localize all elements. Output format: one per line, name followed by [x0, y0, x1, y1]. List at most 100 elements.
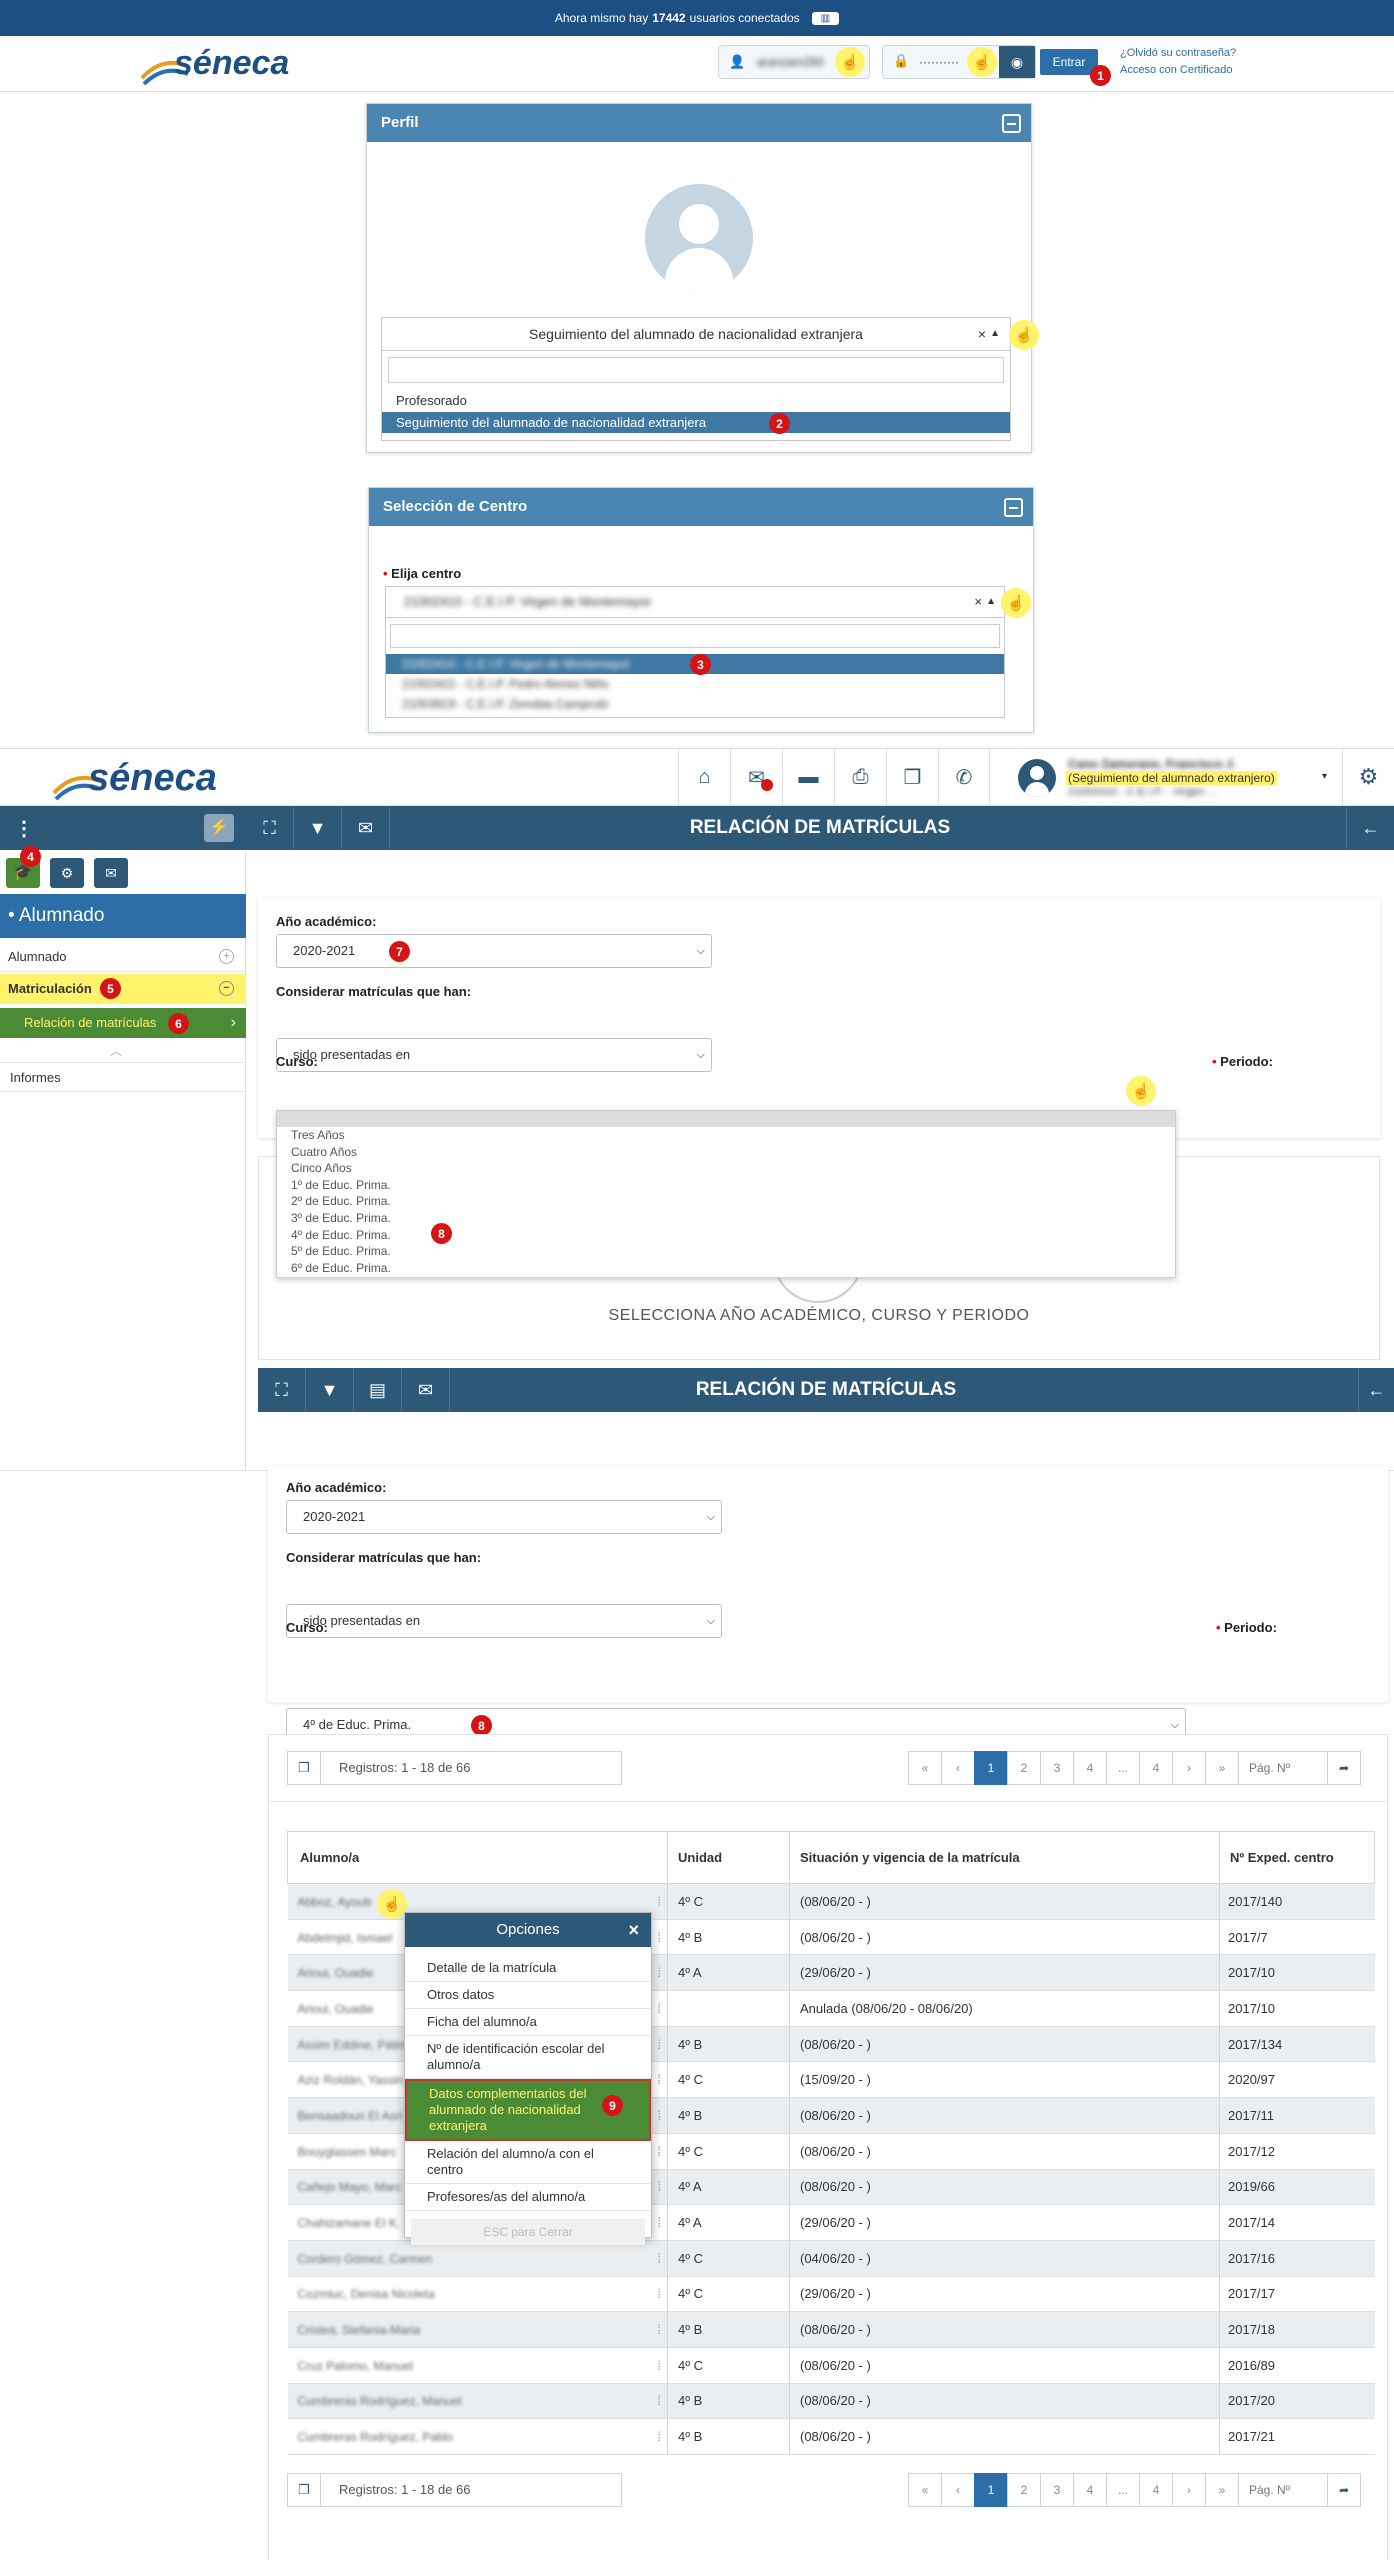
back-arrow-icon[interactable]: ← [1358, 1368, 1394, 1412]
phone-icon[interactable]: ✆ [938, 749, 990, 805]
chart-icon[interactable]: ▥ [811, 11, 840, 25]
profile-search-input[interactable] [388, 357, 1004, 383]
go-arrow-icon[interactable]: ➦ [1327, 1751, 1361, 1785]
collapse-icon[interactable] [1004, 498, 1023, 517]
curso-option[interactable]: 5º de Educ. Prima. [277, 1243, 1175, 1260]
first-page-button[interactable]: « [908, 1751, 942, 1785]
password-field[interactable]: 🔒 ·········· ☝ ◉ [882, 45, 1036, 79]
curso-option[interactable]: Cinco Años [277, 1160, 1175, 1177]
expand-icon[interactable]: + [219, 949, 234, 964]
menu-item-datos-complementarios[interactable]: Datos complementarios del alumnado de na… [405, 2079, 651, 2141]
page-button[interactable]: 2 [1007, 2473, 1041, 2507]
close-icon[interactable]: × [628, 1913, 639, 1947]
lightning-icon[interactable]: ⚡ [204, 814, 234, 842]
menu-item-profesores[interactable]: Profesores/as del alumno/a [405, 2184, 651, 2211]
certificate-link[interactable]: Acceso con Certificado [1120, 64, 1233, 76]
collapse-icon[interactable]: − [219, 981, 234, 996]
curso-option[interactable]: 4º de Educ. Prima. [277, 1227, 1175, 1244]
collapse-icon[interactable] [1002, 114, 1021, 133]
menu-item-ficha[interactable]: Ficha del alumno/a [405, 2009, 651, 2036]
table-row[interactable]: Cozmiuc, Denisa Nicoleta ⁞ 4º C (29/06/20 -… [287, 2276, 1375, 2312]
page-number-input[interactable] [1238, 2473, 1328, 2507]
col-expediente[interactable]: Nº Exped. centro [1220, 1832, 1375, 1884]
menu-dots-icon[interactable]: ⋮ [14, 816, 34, 841]
profile-select[interactable]: Seguimiento del alumnado de nacionalidad… [381, 317, 1011, 351]
next-page-button[interactable]: › [1172, 1751, 1206, 1785]
menu-item-detalle[interactable]: Detalle de la matrícula [405, 1955, 651, 1982]
esc-close-hint[interactable]: ESC para Cerrar [411, 2219, 645, 2245]
home-icon[interactable]: ⌂ [678, 749, 730, 805]
sidebar-subitem-relacion[interactable]: Relación de matrículas 6 › [0, 1008, 246, 1038]
centro-option[interactable]: 21002422 - C.E.I.P. Pedro Alonso Niño [386, 674, 1004, 694]
col-alumno[interactable]: Alumno/a [287, 1831, 668, 1884]
prev-page-button[interactable]: ‹ [941, 1751, 975, 1785]
eye-icon[interactable]: ◉ [999, 46, 1035, 78]
table-row[interactable]: Cristea, Stefania-Maria ⁞ 4º B (08/06/20 - … [287, 2311, 1375, 2348]
sidebar-item-matriculacion[interactable]: Matriculación 5 − [0, 974, 246, 1004]
chevron-up-icon[interactable]: ︿ [110, 1042, 122, 1059]
go-arrow-icon[interactable]: ➦ [1327, 2473, 1361, 2507]
gear-icon[interactable]: ⚙ [1342, 749, 1394, 805]
prev-page-button[interactable]: ‹ [941, 2473, 975, 2507]
tab-messages[interactable]: ✉ [94, 858, 128, 888]
forgot-password-link[interactable]: ¿Olvidó su contraseña? [1120, 47, 1236, 59]
curso-option[interactable]: 2º de Educ. Prima. [277, 1193, 1175, 1210]
page-button[interactable]: 4 [1073, 1751, 1107, 1785]
page-button[interactable]: 1 [974, 1751, 1008, 1785]
enter-button[interactable]: Entrar [1040, 49, 1098, 75]
page-button[interactable]: 3 [1040, 2473, 1074, 2507]
col-situacion[interactable]: Situación y vigencia de la matrícula [789, 1831, 1220, 1884]
anio-select[interactable]: 2020-2021 ⌵ [286, 1500, 722, 1534]
centro-option-selected[interactable]: 21002410 - C.E.I.P. Virgen de Montemayor… [386, 654, 1004, 675]
curso-option[interactable]: 6º de Educ. Prima. [277, 1260, 1175, 1277]
clear-icon[interactable]: × [974, 587, 982, 617]
mail-icon[interactable]: ✉ [730, 749, 782, 805]
centro-option[interactable]: 21003919 - C.E.I.P. Zenobia Camprubí [386, 694, 1004, 714]
tab-tools[interactable]: ⚙ [50, 858, 84, 888]
clear-icon[interactable]: × [978, 318, 986, 350]
last-page-button[interactable]: » [1205, 2473, 1239, 2507]
page-button[interactable]: 4 [1139, 1751, 1173, 1785]
page-button[interactable]: 3 [1040, 1751, 1074, 1785]
chevron-down-icon[interactable]: ▾ [1322, 771, 1327, 782]
user-avatar[interactable] [1018, 759, 1056, 797]
menu-item-otros-datos[interactable]: Otros datos [405, 1982, 651, 2009]
first-page-button[interactable]: « [908, 2473, 942, 2507]
curso-option[interactable]: Cuatro Años [277, 1144, 1175, 1161]
back-arrow-icon[interactable]: ← [1346, 806, 1394, 850]
username-field[interactable]: 👤 aranzam260 ☝ [718, 45, 870, 79]
table-row[interactable]: Cordero Gómez, Carmen ⁞ 4º C (04/06/20 - ) 2… [287, 2240, 1375, 2277]
curso-option[interactable]: 3º de Educ. Prima. [277, 1210, 1175, 1227]
table-row[interactable]: Cumbreras Rodríguez, Pablo ⁞ 4º B (08/06/20… [287, 2418, 1375, 2455]
page-button[interactable]: 4 [1139, 2473, 1173, 2507]
considerar-select[interactable]: sido presentadas en ⌵ [276, 1038, 712, 1072]
table-row[interactable]: Cruz Palomo, Manuel ⁞ 4º C (08/06/20 - ) 201… [287, 2347, 1375, 2384]
next-page-button[interactable]: › [1172, 2473, 1206, 2507]
folder-icon[interactable]: ▬ [782, 749, 834, 805]
last-page-button[interactable]: » [1205, 1751, 1239, 1785]
curso-option[interactable]: Tres Años [277, 1127, 1175, 1144]
profile-option[interactable]: Profesorado [382, 389, 1010, 412]
table-row[interactable]: Cumbreras Rodríguez, Manuel ⁞ 4º B (08/06/2… [287, 2383, 1375, 2419]
copy-icon[interactable]: ❐ [287, 1751, 321, 1785]
curso-option[interactable]: 1º de Educ. Prima. [277, 1177, 1175, 1194]
profile-option-selected[interactable]: Seguimiento del alumnado de nacionalidad… [382, 412, 1010, 434]
col-unidad[interactable]: Unidad [667, 1831, 790, 1884]
page-button[interactable]: 4 [1073, 2473, 1107, 2507]
copy-icon[interactable]: ❐ [287, 2473, 321, 2507]
menu-item-relacion-centro[interactable]: Relación del alumno/a con el centro [405, 2141, 651, 2184]
menu-item-identificacion[interactable]: Nº de identificación escolar del alumno/… [405, 2036, 651, 2079]
sidebar-item-alumnado[interactable]: Alumnado + [0, 942, 246, 972]
print-icon[interactable]: ⎙ [834, 749, 886, 805]
page-button[interactable]: 2 [1007, 1751, 1041, 1785]
sidebar-item-informes[interactable]: Informes [0, 1062, 246, 1092]
cell-situacion: (08/06/20 - ) [789, 1883, 1220, 1920]
anio-select[interactable]: 2020-2021 ⌵ 7 [276, 934, 712, 968]
chevron-down-icon: ⌵ [706, 1615, 715, 1627]
copy-icon[interactable]: ❐ [886, 749, 938, 805]
centro-select[interactable]: 21002410 - C.E.I.P. Virgen de Montemayor… [385, 586, 1005, 618]
centro-search-input[interactable] [390, 624, 1000, 648]
page-number-input[interactable] [1238, 1751, 1328, 1785]
considerar-select[interactable]: sido presentadas en ⌵ [286, 1604, 722, 1638]
page-button[interactable]: 1 [974, 2473, 1008, 2507]
